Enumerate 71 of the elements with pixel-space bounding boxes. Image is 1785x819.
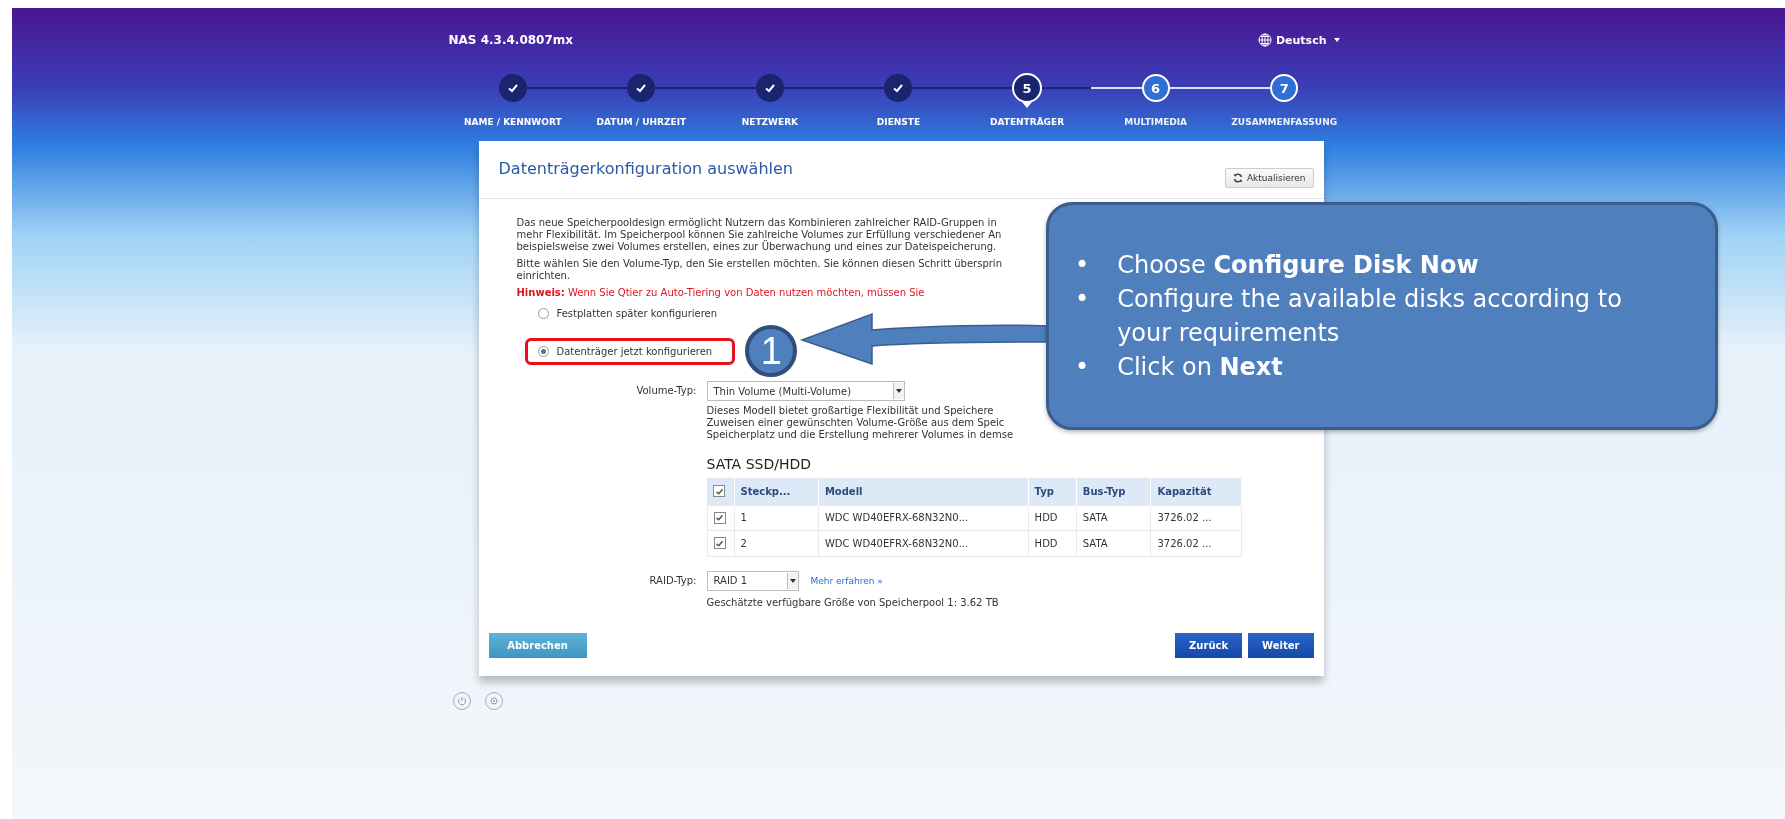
description-text: Zuweisen einer gewünschten Volume-Größe aus dem Speic [706,417,1005,429]
field-label: Volume-Typ: [635,384,697,396]
bullet-mark: • [1075,284,1090,315]
table-cell: 2 [734,530,819,556]
description-text: Dieses Modell bietet großartige Flexibilität und Speichere [706,405,994,417]
table-cell: 3726.02 ... [1150,530,1241,556]
hint-text: Hinweis: Wenn Sie Qtier zu Auto-Tiering von Daten nutzen möchten, müssen Sie [516,287,925,299]
step-label: NAME / KENNWORT [464,117,562,127]
caret-icon [789,578,796,583]
table-cell: 3726.02 ... [1150,505,1241,531]
version-label: NAS 4.3.4.0807mx [448,33,574,47]
check-icon [635,82,648,94]
step-label: DATENTRÄGER [990,117,1065,127]
pointer-icon [1022,102,1033,108]
step-label: MULTIMEDIA [1124,117,1188,127]
description-text: Speicherplatz und die Erstellung mehrerer Volumes in demse [706,429,1014,441]
step-number-badge: 1 [745,325,798,377]
callout-text: Configure the available disks according to your requirements [1117,284,1623,349]
step-indicator: 7 [1270,74,1299,102]
column-header: Modell [818,478,1029,505]
learn-more-link[interactable]: Mehr erfahren » [810,575,883,586]
table-cell: 1 [734,505,819,531]
checkbox[interactable] [713,511,726,524]
prompt-text: Bitte wählen Sie den Volume-Typ, den Sie erstellen möchten. Sie können diesen Schritt übersprin [516,258,1002,270]
refresh-button[interactable]: Aktualisieren [1224,168,1314,188]
step-indicator: 5 [1012,73,1043,103]
intro-text: Das neue Speicherpooldesign ermöglicht Nutzern das Kombinieren zahlreicher RAID-Gruppen in [516,217,997,229]
checkbox[interactable] [713,537,726,549]
table-cell: WDC WD40EFRX-68N32N0... [818,505,1029,531]
table-cell: HDD [1028,530,1077,556]
field-label: RAID-Typ: [648,573,697,586]
volume-type-select[interactable]: Thin Volume (Multi-Volume) [706,381,905,401]
next-button[interactable]: Weiter [1248,632,1314,658]
caret-icon [895,389,902,393]
callout-text: Choose Configure Disk Now [1117,250,1479,281]
column-header: Kapazität [1150,478,1241,505]
check-icon [763,82,776,94]
radio-option[interactable]: Festplatten später konfigurieren [524,302,731,325]
check-icon [892,82,905,94]
table-cell: WDC WD40EFRX-68N32N0... [818,530,1029,556]
bullet-mark: • [1075,250,1090,281]
globe-icon [1257,33,1272,47]
step-label: ZUSAMMENFASSUNG [1231,117,1338,127]
step-label: NETZWERK [741,117,799,127]
highlighted-radio-option[interactable]: Datenträger jetzt konfigurieren [524,337,736,365]
table-cell: SATA [1076,530,1151,556]
prompt-text: einrichten. [516,270,571,282]
raid-type-select[interactable]: RAID 1 [706,570,799,591]
column-header: Bus-Typ [1076,478,1151,505]
dialog-title: Datenträgerkonfiguration auswählen [498,159,793,178]
table-cell: HDD [1028,505,1077,531]
column-header: Steckp... [734,478,819,505]
check-icon [714,486,724,496]
step-label: DATUM / UHRZEIT [596,117,687,127]
check-icon [715,538,724,548]
intro-text: beispielsweise zwei Volumes erstellen, eines zur Überwachung und eines zur Dateispeicherung. [516,241,997,253]
check-icon [715,513,724,522]
language-selector[interactable]: Deutsch [1257,33,1343,47]
table-cell: SATA [1076,505,1151,531]
step-label: DIENSTE [876,117,921,127]
intro-text: mehr Flexibilität. Im Speicherpool können Sie zahlreiche Volumes zur Erfüllung verschiedener An [516,229,1002,240]
step-indicator: 6 [1141,74,1170,102]
bullet-mark: • [1075,352,1090,383]
check-icon [506,82,519,94]
column-header: Typ [1028,478,1077,505]
table-title: SATA SSD/HDD [706,456,812,472]
back-button[interactable]: Zurück [1175,632,1243,658]
refresh-icon [1232,173,1243,183]
callout-text: Click on Next [1117,352,1283,383]
checkbox[interactable] [713,485,725,497]
estimate-text: Geschätzte verfügbare Größe von Speicherpool 1: 3.62 TB [706,596,999,609]
